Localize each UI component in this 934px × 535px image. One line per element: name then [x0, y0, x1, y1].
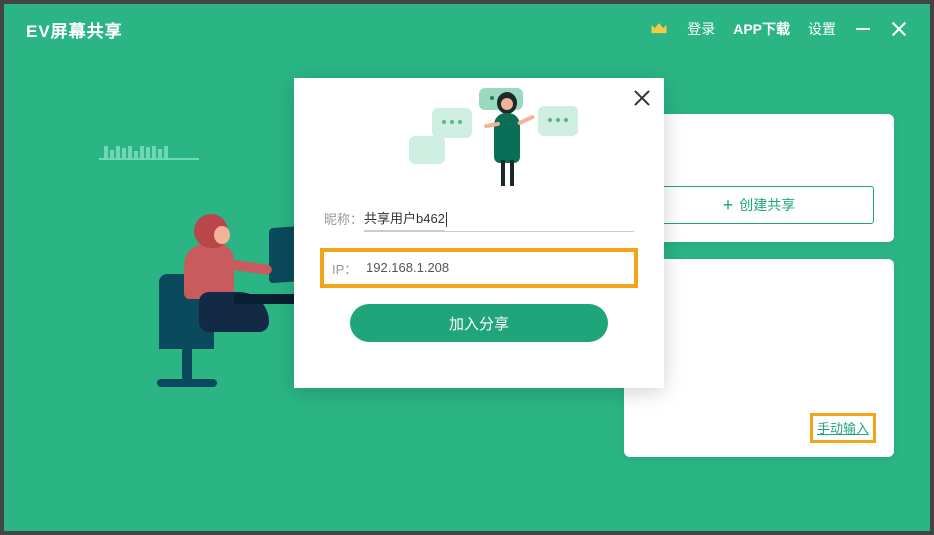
app-window: EV屏幕共享 登录 APP下载 设置 [0, 0, 934, 535]
close-window-button[interactable] [890, 20, 908, 38]
join-share-button[interactable]: 加入分享 [350, 304, 608, 342]
close-icon[interactable] [632, 88, 652, 108]
manual-input-link[interactable]: 手动输入 [817, 421, 869, 436]
join-share-modal: 昵称： 共享用户b462 IP： 加入分享 [294, 78, 664, 388]
crown-icon[interactable] [649, 19, 669, 39]
modal-illustration [294, 78, 664, 198]
app-download-link[interactable]: APP下载 [733, 19, 790, 39]
title-bar: EV屏幕共享 登录 APP下载 设置 [4, 4, 930, 54]
nickname-row: 昵称： 共享用户b462 [324, 202, 634, 234]
ip-field-highlight: IP： [320, 248, 638, 288]
login-link[interactable]: 登录 [687, 19, 715, 39]
ip-label: IP： [332, 259, 366, 278]
ip-input[interactable] [366, 256, 626, 280]
minimize-button[interactable] [854, 20, 872, 38]
manual-input-highlight: 手动输入 [810, 413, 876, 443]
join-share-card: 手动输入 [624, 259, 894, 457]
nickname-label: 昵称： [324, 209, 364, 228]
app-title: EV屏幕共享 [26, 17, 123, 42]
modal-body: 昵称： 共享用户b462 [294, 198, 664, 234]
nickname-input[interactable]: 共享用户b462 [364, 207, 445, 231]
create-share-label: 创建共享 [739, 195, 795, 215]
main-content: + 创建共享 手动输入 [4, 54, 930, 531]
header-actions: 登录 APP下载 设置 [649, 19, 908, 39]
create-share-button[interactable]: + 创建共享 [644, 186, 874, 224]
create-share-card: + 创建共享 [624, 114, 894, 242]
settings-link[interactable]: 设置 [808, 19, 836, 39]
plus-icon: + [723, 196, 734, 214]
person-at-desk-illustration [79, 114, 319, 394]
